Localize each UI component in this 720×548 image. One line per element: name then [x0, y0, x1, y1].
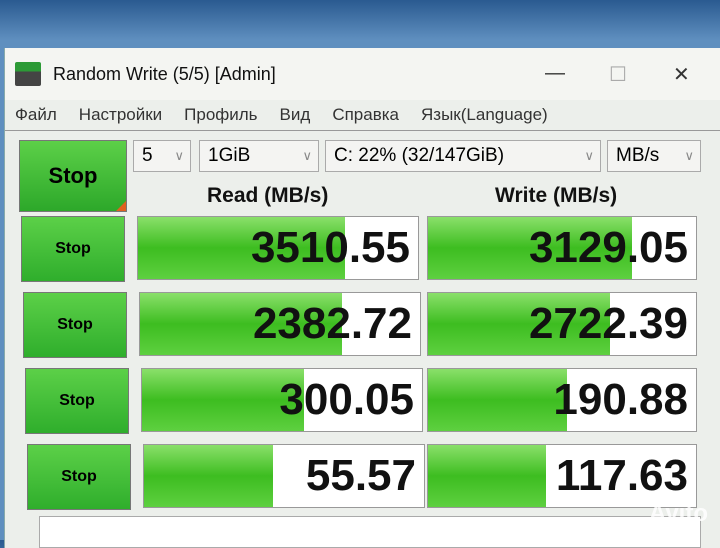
write-bar: [428, 445, 546, 507]
drive-select[interactable]: C: 22% (32/147GiB) ∨: [325, 140, 601, 172]
menu-settings[interactable]: Настройки: [79, 105, 162, 125]
write-value: 3129.05: [528, 223, 688, 272]
chevron-down-icon: ∨: [174, 148, 184, 163]
drive-value: C: 22% (32/147GiB): [334, 145, 505, 166]
read-value: 2382.72: [252, 299, 412, 348]
test-stop-button[interactable]: Stop: [27, 444, 131, 510]
read-value: 3510.55: [250, 223, 410, 272]
maximize-button[interactable]: ☐: [609, 62, 627, 87]
menu-view[interactable]: Вид: [280, 105, 311, 125]
count-value: 5: [142, 145, 153, 166]
all-stop-button[interactable]: Stop: [19, 140, 127, 212]
chevron-down-icon: ∨: [684, 148, 694, 163]
test-stop-button[interactable]: Stop: [21, 216, 125, 282]
read-value: 300.05: [279, 375, 414, 424]
read-result: 55.57: [143, 444, 425, 508]
read-result: 2382.72: [139, 292, 421, 356]
read-result: 300.05: [141, 368, 423, 432]
comment-input[interactable]: [39, 516, 701, 548]
avito-watermark: Avito: [648, 500, 708, 527]
window-title: Random Write (5/5) [Admin]: [53, 63, 276, 84]
unit-select[interactable]: MB/s ∨: [607, 140, 701, 172]
app-icon: [15, 62, 41, 86]
write-value: 190.88: [553, 375, 688, 424]
app-window: Random Write (5/5) [Admin] — ☐ ✕ Файл На…: [4, 48, 720, 548]
write-header: Write (MB/s): [495, 184, 618, 207]
test-stop-button[interactable]: Stop: [23, 292, 127, 358]
menu-help[interactable]: Справка: [332, 105, 399, 125]
read-header: Read (MB/s): [207, 184, 329, 207]
chevron-down-icon: ∨: [584, 148, 594, 163]
minimize-button[interactable]: —: [545, 62, 565, 85]
write-value: 117.63: [555, 451, 688, 500]
read-value: 55.57: [305, 451, 416, 500]
menu-file[interactable]: Файл: [15, 105, 57, 125]
unit-value: MB/s: [616, 145, 660, 166]
title-bar: Random Write (5/5) [Admin] — ☐ ✕: [5, 48, 720, 100]
read-result: 3510.55: [137, 216, 419, 280]
write-result: 2722.39: [427, 292, 697, 356]
write-result: 190.88: [427, 368, 697, 432]
test-stop-button[interactable]: Stop: [25, 368, 129, 434]
size-select[interactable]: 1GiB ∨: [199, 140, 319, 172]
write-result: 3129.05: [427, 216, 697, 280]
menu-profile[interactable]: Профиль: [184, 105, 257, 125]
menu-bar: Файл Настройки Профиль Вид Справка Язык(…: [5, 100, 720, 131]
chevron-down-icon: ∨: [302, 148, 312, 163]
write-result: 117.63: [427, 444, 697, 508]
menu-language[interactable]: Язык(Language): [421, 105, 548, 125]
write-value: 2722.39: [528, 299, 688, 348]
write-bar: [428, 369, 568, 431]
size-value: 1GiB: [208, 145, 251, 166]
close-button[interactable]: ✕: [673, 62, 690, 87]
count-select[interactable]: 5 ∨: [133, 140, 191, 172]
read-bar: [144, 445, 273, 507]
